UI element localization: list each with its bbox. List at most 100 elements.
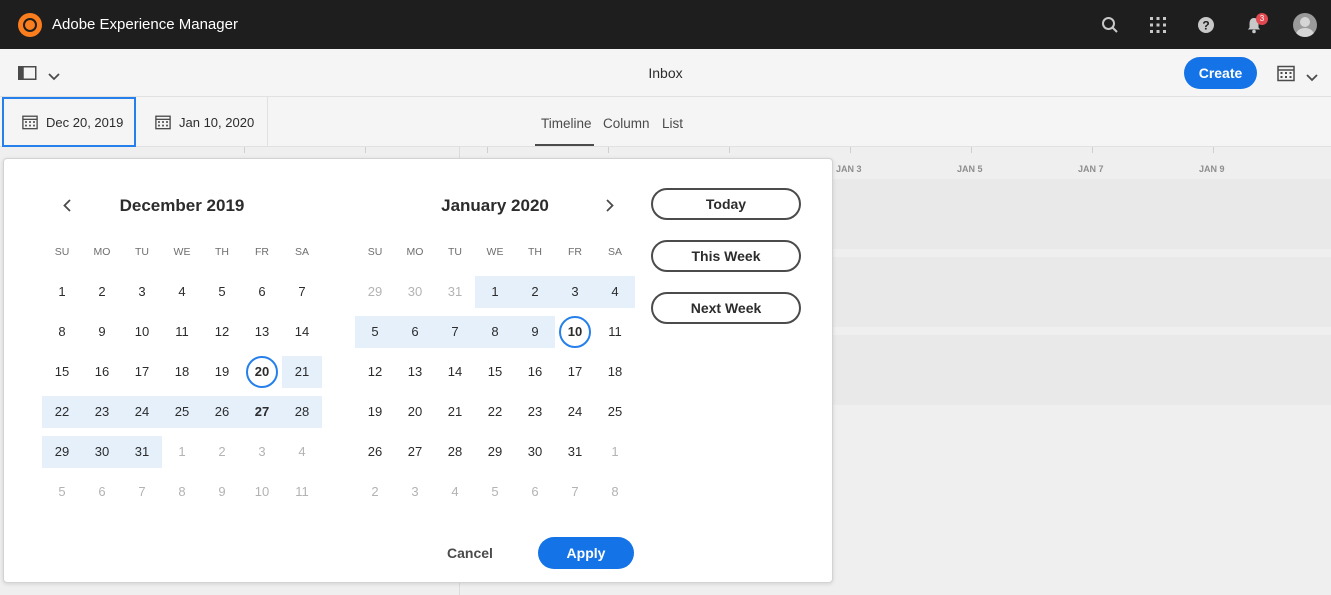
calendar-day[interactable]: 26 xyxy=(355,436,395,468)
calendar-day[interactable]: 14 xyxy=(435,356,475,388)
calendar-day[interactable]: 16 xyxy=(515,356,555,388)
calendar-day[interactable]: 12 xyxy=(202,316,242,348)
calendar-day[interactable]: 18 xyxy=(595,356,635,388)
calendar-day[interactable]: 15 xyxy=(475,356,515,388)
calendar-day[interactable]: 18 xyxy=(162,356,202,388)
create-button[interactable]: Create xyxy=(1184,57,1257,89)
calendar-day[interactable]: 2 xyxy=(355,476,395,508)
calendar-day[interactable]: 1 xyxy=(42,276,82,308)
calendar-day[interactable]: 1 xyxy=(475,276,515,308)
calendar-day[interactable]: 3 xyxy=(242,436,282,468)
calendar-day[interactable]: 23 xyxy=(515,396,555,428)
tab-list[interactable]: List xyxy=(662,116,683,131)
calendar-day[interactable]: 4 xyxy=(595,276,635,308)
calendar-day[interactable]: 2 xyxy=(82,276,122,308)
calendar-day[interactable]: 8 xyxy=(595,476,635,508)
calendar-day[interactable]: 29 xyxy=(475,436,515,468)
calendar-day[interactable]: 9 xyxy=(202,476,242,508)
tab-timeline[interactable]: Timeline xyxy=(541,116,592,131)
view-chevron-down-icon[interactable] xyxy=(1306,69,1318,87)
calendar-day[interactable]: 10 xyxy=(122,316,162,348)
calendar-day[interactable]: 13 xyxy=(242,316,282,348)
calendar-day[interactable]: 21 xyxy=(435,396,475,428)
calendar-day[interactable]: 27 xyxy=(395,436,435,468)
calendar-day[interactable]: 17 xyxy=(122,356,162,388)
end-date-field[interactable]: Jan 10, 2020 xyxy=(137,97,268,147)
calendar-day[interactable]: 24 xyxy=(555,396,595,428)
calendar-day[interactable]: 8 xyxy=(162,476,202,508)
calendar-day[interactable]: 22 xyxy=(475,396,515,428)
calendar-day[interactable]: 31 xyxy=(122,436,162,468)
calendar-day[interactable]: 7 xyxy=(555,476,595,508)
calendar-day[interactable]: 11 xyxy=(282,476,322,508)
calendar-day[interactable]: 6 xyxy=(242,276,282,308)
search-icon[interactable] xyxy=(1099,14,1121,36)
calendar-day[interactable]: 13 xyxy=(395,356,435,388)
avatar[interactable] xyxy=(1293,13,1317,37)
calendar-day[interactable]: 30 xyxy=(82,436,122,468)
calendar-day[interactable]: 25 xyxy=(595,396,635,428)
calendar-day[interactable]: 6 xyxy=(82,476,122,508)
apply-button[interactable]: Apply xyxy=(538,537,634,569)
calendar-day[interactable]: 24 xyxy=(122,396,162,428)
calendar-day[interactable]: 5 xyxy=(202,276,242,308)
calendar-day[interactable]: 31 xyxy=(555,436,595,468)
calendar-day[interactable]: 20 xyxy=(395,396,435,428)
calendar-day[interactable]: 14 xyxy=(282,316,322,348)
calendar-day[interactable]: 19 xyxy=(202,356,242,388)
calendar-day[interactable]: 28 xyxy=(282,396,322,428)
calendar-day[interactable]: 5 xyxy=(475,476,515,508)
calendar-day[interactable]: 6 xyxy=(515,476,555,508)
calendar-day[interactable]: 21 xyxy=(282,356,322,388)
prev-month-button[interactable] xyxy=(59,195,75,215)
calendar-day[interactable]: 2 xyxy=(515,276,555,308)
today-button[interactable]: Today xyxy=(651,188,801,220)
app-title[interactable]: Adobe Experience Manager xyxy=(52,16,238,33)
calendar-day[interactable]: 9 xyxy=(82,316,122,348)
calendar-day[interactable]: 7 xyxy=(282,276,322,308)
calendar-day[interactable]: 27 xyxy=(242,396,282,428)
calendar-day[interactable]: 7 xyxy=(435,316,475,348)
calendar-day[interactable]: 16 xyxy=(82,356,122,388)
calendar-day[interactable]: 1 xyxy=(595,436,635,468)
calendar-day[interactable]: 8 xyxy=(475,316,515,348)
calendar-day[interactable]: 4 xyxy=(162,276,202,308)
calendar-day[interactable]: 30 xyxy=(395,276,435,308)
calendar-day[interactable]: 17 xyxy=(555,356,595,388)
calendar-day[interactable]: 10 xyxy=(242,476,282,508)
aem-logo-icon[interactable] xyxy=(18,13,42,37)
calendar-day[interactable]: 29 xyxy=(42,436,82,468)
calendar-day[interactable]: 12 xyxy=(355,356,395,388)
calendar-day[interactable]: 1 xyxy=(162,436,202,468)
calendar-day[interactable]: 10 xyxy=(555,316,595,348)
calendar-day[interactable]: 25 xyxy=(162,396,202,428)
next-month-button[interactable] xyxy=(602,195,618,215)
calendar-day[interactable]: 2 xyxy=(202,436,242,468)
calendar-day[interactable]: 26 xyxy=(202,396,242,428)
calendar-day[interactable]: 5 xyxy=(42,476,82,508)
calendar-day[interactable]: 6 xyxy=(395,316,435,348)
next-week-button[interactable]: Next Week xyxy=(651,292,801,324)
this-week-button[interactable]: This Week xyxy=(651,240,801,272)
calendar-day[interactable]: 3 xyxy=(555,276,595,308)
calendar-day[interactable]: 8 xyxy=(42,316,82,348)
calendar-day[interactable]: 22 xyxy=(42,396,82,428)
calendar-day[interactable]: 20 xyxy=(242,356,282,388)
cancel-button[interactable]: Cancel xyxy=(440,537,500,569)
calendar-day[interactable]: 3 xyxy=(122,276,162,308)
calendar-day[interactable]: 31 xyxy=(435,276,475,308)
help-icon[interactable]: ? xyxy=(1195,14,1217,36)
calendar-day[interactable]: 29 xyxy=(355,276,395,308)
calendar-day[interactable]: 5 xyxy=(355,316,395,348)
calendar-day[interactable]: 19 xyxy=(355,396,395,428)
start-date-field[interactable]: Dec 20, 2019 xyxy=(2,97,136,147)
calendar-day[interactable]: 3 xyxy=(395,476,435,508)
calendar-day[interactable]: 11 xyxy=(162,316,202,348)
calendar-day[interactable]: 4 xyxy=(282,436,322,468)
calendar-day[interactable]: 4 xyxy=(435,476,475,508)
calendar-day[interactable]: 23 xyxy=(82,396,122,428)
apps-grid-icon[interactable] xyxy=(1147,14,1169,36)
calendar-day[interactable]: 28 xyxy=(435,436,475,468)
calendar-day[interactable]: 15 xyxy=(42,356,82,388)
calendar-day[interactable]: 11 xyxy=(595,316,635,348)
